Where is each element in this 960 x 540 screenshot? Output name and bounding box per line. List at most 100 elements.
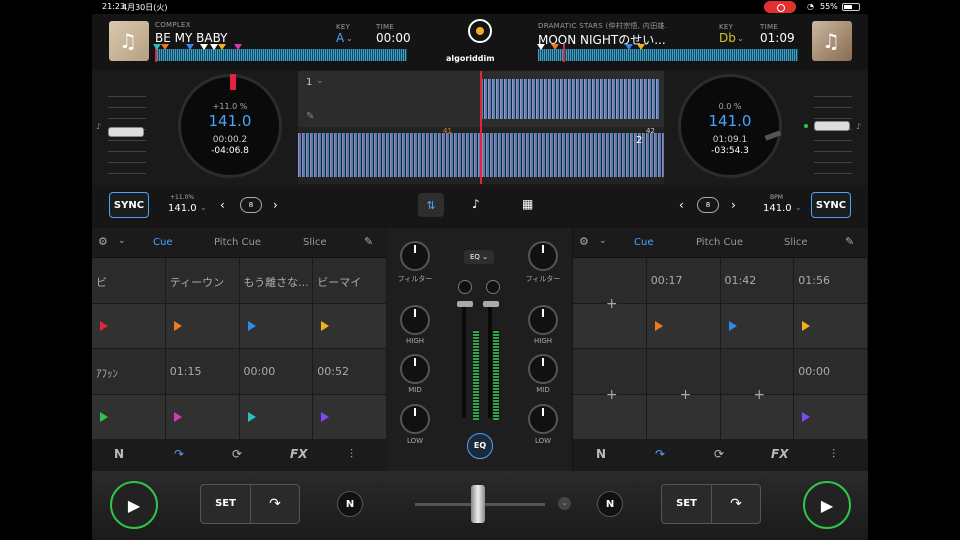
deck-a-mid-knob[interactable]: [400, 354, 430, 384]
cue-pad[interactable]: [646, 303, 721, 349]
chevron-right-icon[interactable]: ›: [731, 198, 736, 212]
deck-a-artwork[interactable]: ♫: [109, 21, 149, 61]
chevron-left-icon[interactable]: ‹: [220, 198, 225, 212]
deck-b-sync-button[interactable]: SYNC: [811, 192, 851, 218]
deck-b-filter-knob[interactable]: [528, 241, 558, 271]
deck-b-play-button[interactable]: ▶: [803, 481, 851, 529]
pad-label-cell[interactable]: ビ: [92, 258, 166, 304]
mixer-view-icon[interactable]: ⇅: [418, 193, 444, 217]
pad-label-cell[interactable]: 00:17: [646, 258, 721, 304]
pencil-icon[interactable]: ✎: [364, 235, 373, 248]
deck-b-pitch-slider[interactable]: [814, 86, 852, 176]
pad-label-cell[interactable]: 01:15: [165, 349, 240, 395]
neural-mix-icon[interactable]: N: [114, 447, 124, 461]
cue-pad[interactable]: [239, 303, 314, 349]
waveform-area[interactable]: 1 ⌄ ✎ 41 42 2: [298, 71, 664, 184]
chevron-down-icon[interactable]: ⌄: [558, 497, 571, 510]
cue-pad[interactable]: [165, 394, 240, 440]
deck-b-neural-mix-button[interactable]: N: [597, 491, 623, 517]
tab-slice[interactable]: Slice: [784, 237, 808, 248]
algoriddim-logo-icon[interactable]: [468, 19, 492, 43]
neural-mix-icon[interactable]: N: [596, 447, 606, 461]
pad-label-cell[interactable]: ティーウン: [165, 258, 240, 304]
hot-cue-icon[interactable]: ↷: [174, 447, 184, 461]
hot-cue-icon[interactable]: ↷: [655, 447, 665, 461]
eq-select[interactable]: EQ ⌄: [464, 250, 494, 264]
tab-pitch-cue[interactable]: Pitch Cue: [214, 237, 261, 248]
settings-icon[interactable]: ⚙: [579, 235, 589, 248]
deck-b-track-number[interactable]: 2: [636, 135, 642, 146]
deck-a-overview-waveform[interactable]: [155, 49, 407, 61]
fx-icon[interactable]: FX: [771, 447, 788, 461]
cue-pad[interactable]: [313, 303, 387, 349]
deck-b-artwork[interactable]: ♫: [812, 21, 852, 61]
pad-label-cell[interactable]: 00:00: [794, 349, 868, 395]
tab-cue[interactable]: Cue: [153, 237, 172, 248]
deck-a-set-button[interactable]: SET: [201, 485, 251, 523]
deck-b-pitch-handle[interactable]: [814, 121, 850, 131]
deck-b-mid-knob[interactable]: [528, 354, 558, 384]
deck-b-set-button[interactable]: SET: [662, 485, 712, 523]
cue-pad[interactable]: [313, 394, 387, 440]
pencil-icon[interactable]: ✎: [306, 111, 314, 122]
cue-pad[interactable]: [794, 303, 868, 349]
sliders-icon[interactable]: ⫶: [832, 447, 835, 462]
deck-b-high-knob[interactable]: [528, 305, 558, 335]
deck-a-low-knob[interactable]: [400, 404, 430, 434]
cue-pad[interactable]: [165, 303, 240, 349]
chevron-right-icon[interactable]: ›: [273, 198, 278, 212]
tab-slice[interactable]: Slice: [303, 237, 327, 248]
deck-a-cue-jump-icon[interactable]: ↷: [251, 485, 299, 523]
screen-record-icon[interactable]: [764, 1, 796, 13]
deck-b-overview-waveform[interactable]: [538, 49, 798, 61]
chevron-left-icon[interactable]: ‹: [679, 198, 684, 212]
cue-pad[interactable]: [92, 394, 166, 440]
pad-label-cell[interactable]: もう離さな...: [239, 258, 314, 304]
cue-pad[interactable]: [239, 394, 314, 440]
tab-pitch-cue[interactable]: Pitch Cue: [696, 237, 743, 248]
add-cue-icon[interactable]: +: [606, 387, 618, 403]
deck-a-sync-button[interactable]: SYNC: [109, 192, 149, 218]
deck-a-volume-handle[interactable]: [457, 301, 473, 307]
deck-a-pitch-handle[interactable]: [108, 127, 144, 137]
deck-b-volume-track[interactable]: [488, 306, 492, 418]
deck-b-loop-button[interactable]: 8: [697, 197, 719, 213]
deck-a-jog-wheel[interactable]: +11.0 % 141.0 00:00.2 -04:06.8: [178, 74, 282, 178]
add-cue-icon[interactable]: +: [680, 387, 692, 403]
cue-pad[interactable]: [720, 303, 795, 349]
deck-a-gain-knob[interactable]: [458, 280, 472, 294]
deck-b-volume-handle[interactable]: [483, 301, 499, 307]
settings-icon[interactable]: ⚙: [98, 235, 108, 248]
tab-cue[interactable]: Cue: [634, 237, 653, 248]
deck-b-sync-bpm[interactable]: 141.0: [763, 203, 792, 214]
eq-button[interactable]: EQ: [467, 433, 493, 459]
pencil-icon[interactable]: ✎: [845, 235, 854, 248]
deck-a-neural-mix-button[interactable]: N: [337, 491, 363, 517]
sliders-icon[interactable]: ⫶: [350, 447, 353, 462]
pad-label-cell[interactable]: 01:56: [794, 258, 868, 304]
deck-a-sync-bpm[interactable]: 141.0: [168, 203, 197, 214]
deck-b-cue-jump-icon[interactable]: ↷: [712, 485, 760, 523]
add-cue-icon[interactable]: +: [753, 387, 765, 403]
add-cue-icon[interactable]: +: [606, 296, 618, 312]
pad-label-cell[interactable]: ｱﾌｯﾝ: [92, 349, 166, 395]
music-library-icon[interactable]: ♪: [472, 197, 480, 211]
deck-b-jog-wheel[interactable]: 0.0 % 141.0 01:09.1 -03:54.3: [678, 74, 782, 178]
deck-b-gain-knob[interactable]: [486, 280, 500, 294]
pad-label-cell[interactable]: 01:42: [720, 258, 795, 304]
pad-label-cell[interactable]: ビーマイ: [313, 258, 387, 304]
pad-label-cell[interactable]: 00:52: [313, 349, 387, 395]
cue-pad[interactable]: [92, 303, 166, 349]
deck-a-high-knob[interactable]: [400, 305, 430, 335]
pad-label-cell[interactable]: 00:00: [239, 349, 314, 395]
loop-icon[interactable]: ⟳: [714, 447, 724, 461]
deck-b-key[interactable]: Db: [719, 31, 736, 45]
deck-a-loop-button[interactable]: 8: [240, 197, 262, 213]
fx-icon[interactable]: FX: [290, 447, 307, 461]
deck-a-volume-track[interactable]: [462, 306, 466, 418]
pads-grid-icon[interactable]: ▦: [522, 197, 533, 211]
deck-a-filter-knob[interactable]: [400, 241, 430, 271]
deck-a-track-number[interactable]: 1: [306, 77, 312, 88]
cue-pad[interactable]: [794, 394, 868, 440]
deck-a-play-button[interactable]: ▶: [110, 481, 158, 529]
